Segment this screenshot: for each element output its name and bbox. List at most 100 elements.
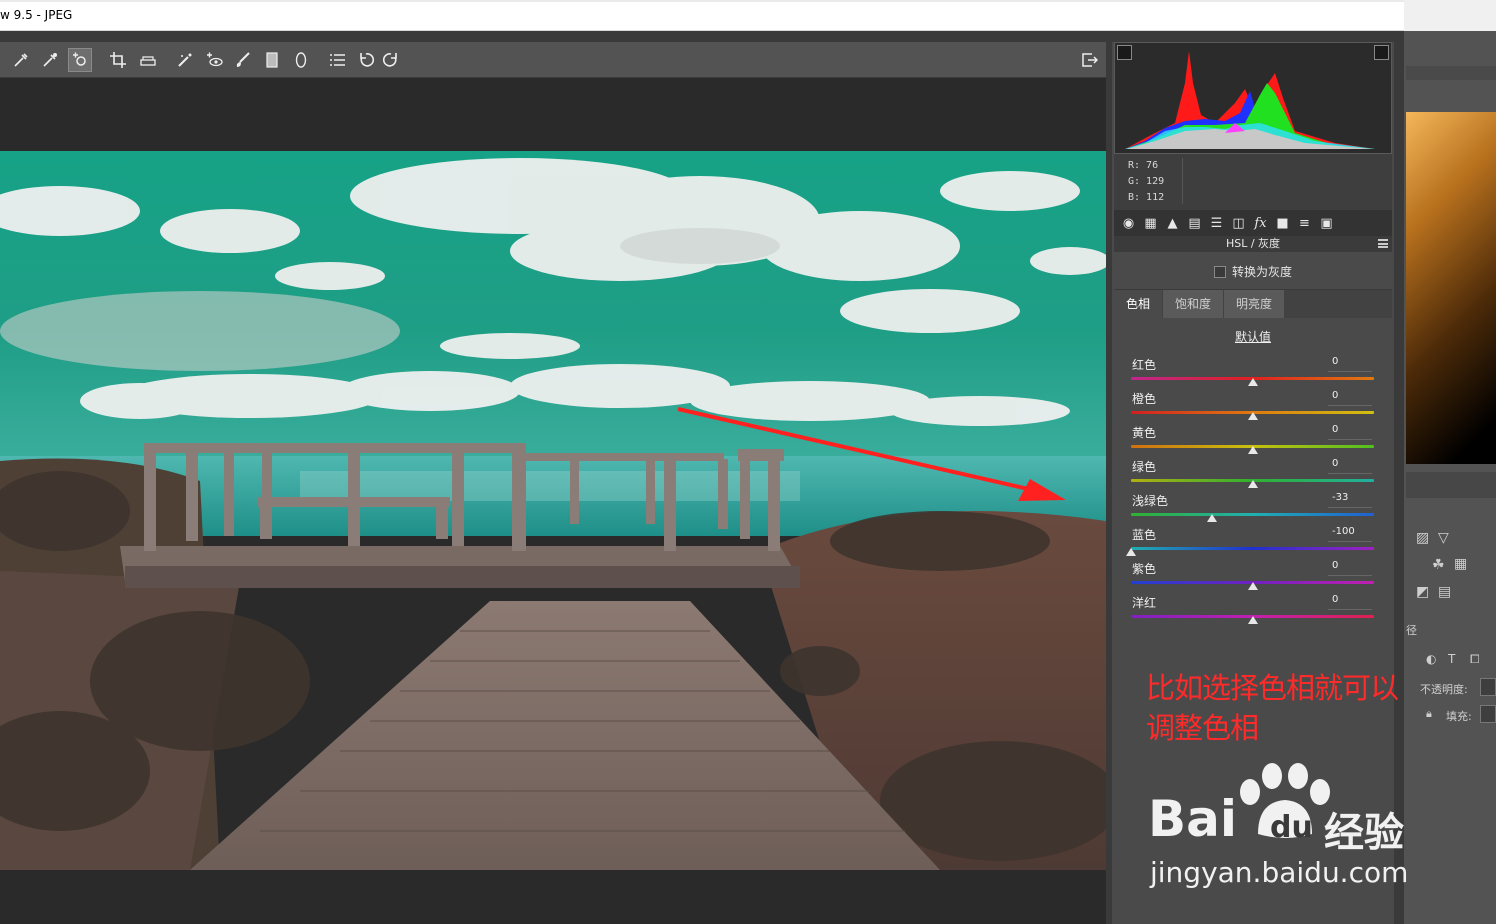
photo-image (0, 151, 1106, 870)
slider-value[interactable]: 0 (1328, 390, 1372, 406)
slider-value[interactable]: 0 (1328, 356, 1372, 372)
tab-saturation[interactable]: 饱和度 (1163, 290, 1225, 318)
slider-purple[interactable]: 紫色 0 (1112, 560, 1394, 594)
slider-blue[interactable]: 蓝色 -100 (1112, 526, 1394, 560)
slider-thumb[interactable] (1247, 446, 1258, 454)
photo-preview (0, 151, 1106, 870)
tab-hue[interactable]: 色相 (1114, 290, 1164, 318)
slider-label: 绿色 (1132, 460, 1157, 474)
watermark-url: jingyan.baidu.com (1150, 856, 1409, 889)
rotate-left-icon[interactable] (354, 48, 378, 72)
slider-value[interactable]: -33 (1328, 492, 1372, 508)
hsl-panel-icon[interactable]: ▤ (1186, 216, 1203, 231)
snapshots-icon[interactable]: ▣ (1318, 216, 1335, 231)
mask-icon[interactable]: ◐ (1426, 652, 1436, 666)
rotate-right-icon[interactable] (379, 48, 403, 72)
lens-corrections-icon[interactable]: ◫ (1230, 216, 1247, 231)
tab-luminance[interactable]: 明亮度 (1224, 290, 1286, 318)
histogram-graph (1125, 51, 1375, 149)
window-titlebar: w 9.5 - JPEG (0, 0, 1404, 31)
color-sampler-tool-icon[interactable] (38, 48, 62, 72)
detail-panel-icon[interactable]: ▲ (1164, 216, 1181, 231)
slider-magenta[interactable]: 洋红 0 (1112, 594, 1394, 628)
highlight-clipping-icon[interactable] (1374, 45, 1389, 60)
opacity-field[interactable] (1480, 678, 1496, 696)
host-titlebar (1404, 0, 1496, 31)
camera-calibration-icon[interactable]: ■ (1274, 216, 1291, 231)
slider-label: 紫色 (1132, 562, 1157, 576)
fill-field[interactable] (1480, 705, 1496, 723)
slider-label: 橙色 (1132, 392, 1157, 406)
host-panel-header (1406, 472, 1496, 498)
slider-track[interactable] (1131, 547, 1374, 550)
slider-thumb[interactable] (1207, 514, 1218, 522)
shadow-clipping-icon[interactable] (1117, 45, 1132, 60)
slider-thumb[interactable] (1247, 412, 1258, 420)
radial-filter-icon[interactable] (289, 48, 313, 72)
slider-yellow[interactable]: 黄色 0 (1112, 424, 1394, 458)
triangle-adjust-icon[interactable]: ▽ (1438, 530, 1449, 546)
slider-thumb[interactable] (1247, 378, 1258, 386)
slider-thumb[interactable] (1247, 616, 1258, 624)
straighten-tool-icon[interactable] (136, 48, 160, 72)
red-eye-tool-icon[interactable] (202, 48, 226, 72)
fullscreen-toggle-icon[interactable] (1077, 48, 1101, 72)
color-picker-gradient[interactable] (1406, 112, 1496, 464)
titlebar-accent (0, 0, 1404, 2)
slider-orange[interactable]: 橙色 0 (1112, 390, 1394, 424)
crop-tool-icon[interactable] (106, 48, 130, 72)
preview-canvas[interactable] (0, 78, 1106, 924)
panel-title-text: HSL / 灰度 (1225, 237, 1281, 250)
baidu-watermark: Bai du 经验 jingyan.baidu.com (1148, 762, 1428, 892)
tutorial-annotation: 比如选择色相就可以 调整色相 (1146, 668, 1399, 748)
slider-label: 洋红 (1132, 596, 1157, 610)
rgb-readout: R: 76 G: 129 B: 112 (1114, 154, 1392, 210)
spot-removal-tool-icon[interactable] (173, 48, 197, 72)
slider-track[interactable] (1131, 513, 1374, 516)
panel-title: HSL / 灰度 (1114, 236, 1392, 252)
panel-menu-icon[interactable] (1378, 239, 1388, 248)
lock-icon[interactable]: 🔒︎ (1426, 707, 1432, 721)
slider-green[interactable]: 绿色 0 (1112, 458, 1394, 492)
slider-aqua[interactable]: 浅绿色 -33 (1112, 492, 1394, 526)
targeted-adjustment-tool-icon[interactable] (68, 48, 92, 72)
slider-red[interactable]: 红色 0 (1112, 356, 1394, 390)
convert-grayscale-row[interactable]: 转换为灰度 (1114, 254, 1392, 290)
slider-value[interactable]: 0 (1328, 424, 1372, 440)
panel-tab-icons: ◉ ▦ ▲ ▤ ☰ ◫ fx ■ ≡ ▣ (1114, 210, 1392, 236)
convert-grayscale-label: 转换为灰度 (1231, 265, 1292, 279)
window-title: w 9.5 - JPEG (0, 8, 73, 22)
tone-curve-icon[interactable]: ▦ (1142, 216, 1159, 231)
slider-value[interactable]: 0 (1328, 594, 1372, 610)
toolbar (0, 42, 1106, 78)
transform-icon[interactable]: ⧠ (1470, 652, 1480, 667)
slider-thumb[interactable] (1126, 548, 1136, 556)
paths-tab-label[interactable]: 径 (1406, 622, 1417, 638)
convert-grayscale-checkbox[interactable] (1213, 265, 1226, 278)
slider-thumb[interactable] (1247, 582, 1258, 590)
white-balance-tool-icon[interactable] (9, 48, 33, 72)
color-balance-icon[interactable]: ☘ (1432, 557, 1445, 573)
split-toning-icon[interactable]: ☰ (1208, 216, 1225, 231)
image-adjust-icon[interactable]: ▨ (1416, 530, 1429, 546)
default-link[interactable]: 默认值 (1112, 328, 1394, 345)
slider-value[interactable]: -100 (1328, 526, 1372, 542)
effects-icon[interactable]: fx (1252, 216, 1269, 231)
type-icon[interactable]: T (1448, 652, 1455, 666)
presets-icon[interactable]: ≡ (1296, 216, 1313, 231)
gradient-map-icon[interactable]: ▤ (1438, 584, 1451, 600)
slider-thumb[interactable] (1247, 480, 1258, 488)
grid-adjust-icon[interactable]: ▦ (1454, 556, 1467, 572)
invert-icon[interactable]: ◩ (1416, 584, 1429, 600)
basic-panel-icon[interactable]: ◉ (1120, 216, 1137, 231)
host-panel-strip (1406, 66, 1496, 80)
slider-value[interactable]: 0 (1328, 458, 1372, 474)
graduated-filter-icon[interactable] (260, 48, 284, 72)
red-readout: R: 76 (1128, 160, 1159, 171)
preferences-icon[interactable] (325, 48, 349, 72)
slider-value[interactable]: 0 (1328, 560, 1372, 576)
slider-label: 黄色 (1132, 426, 1157, 440)
fill-label: 填充: (1446, 710, 1472, 723)
adjustment-brush-icon[interactable] (231, 48, 255, 72)
histogram (1114, 42, 1392, 154)
